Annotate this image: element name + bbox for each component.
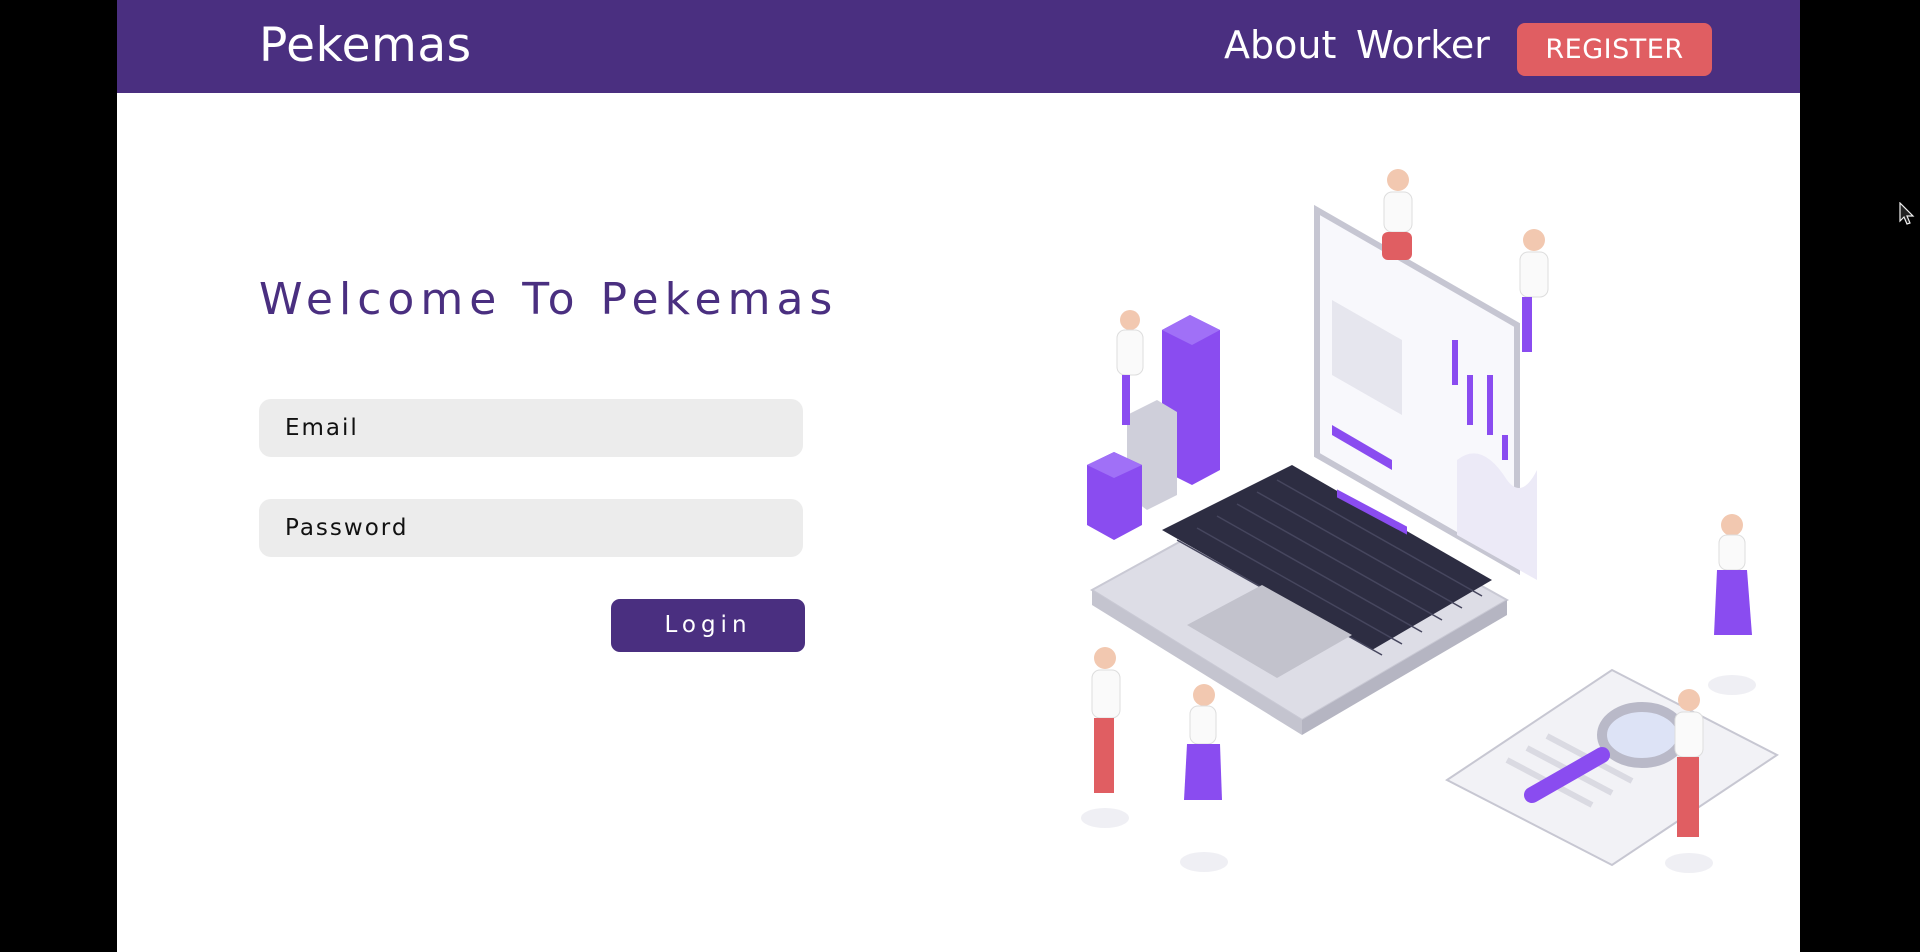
nav-link-worker[interactable]: Worker [1356,22,1490,68]
nav-link-about[interactable]: About [1224,22,1336,68]
brand-logo[interactable]: Pekemas [259,18,472,74]
navbar: Pekemas About Worker REGISTER [117,0,1800,93]
login-button[interactable]: Login [611,599,805,652]
mouse-pointer-icon [1899,202,1915,225]
email-field[interactable] [259,399,803,457]
people-laptop-analytics-illustration [1081,169,1779,873]
page: Pekemas About Worker REGISTER Welcome To… [117,0,1800,952]
page-title: Welcome To Pekemas [259,274,839,325]
register-button[interactable]: REGISTER [1517,23,1712,76]
password-field[interactable] [259,499,803,557]
